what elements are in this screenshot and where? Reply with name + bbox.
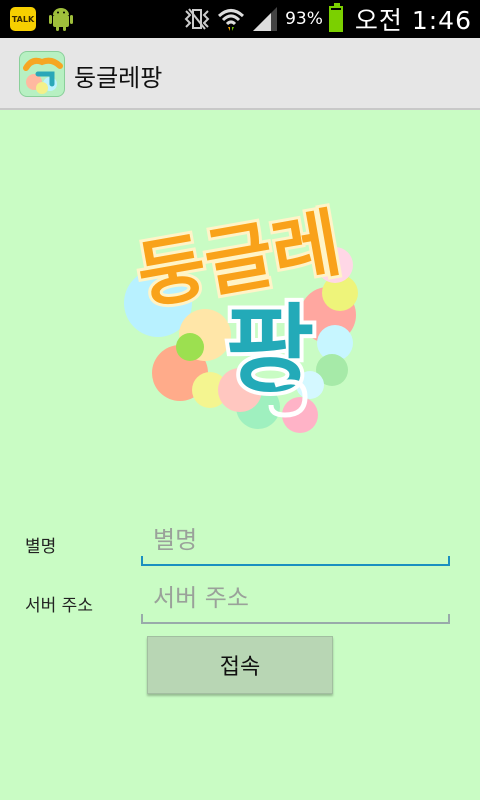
field-underline-left-tick [141, 614, 143, 622]
server-address-input[interactable] [141, 578, 450, 618]
nickname-label: 별명 [25, 537, 57, 557]
status-bar: TALK 93% 오전 1:46 [0, 0, 480, 38]
server-address-field[interactable] [141, 578, 450, 624]
app-logo: 둥글레 팡 [124, 197, 358, 433]
battery-icon [328, 3, 343, 32]
field-underline-right-tick [448, 614, 450, 622]
field-underline-left-tick [141, 556, 143, 564]
connect-button[interactable]: 접속 [147, 636, 333, 694]
kakaotalk-icon: TALK [10, 7, 36, 31]
nickname-input[interactable] [141, 520, 450, 560]
server-address-label: 서버 주소 [25, 596, 93, 616]
app-title: 둥글레팡 [74, 64, 163, 92]
wifi-icon [218, 9, 245, 31]
app-logo-icon[interactable] [19, 51, 65, 97]
nickname-field[interactable] [141, 520, 450, 566]
action-bar: 둥글레팡 [0, 38, 480, 110]
vibrate-mode-icon [184, 8, 210, 30]
android-debug-icon [49, 8, 73, 31]
signal-strength-icon [253, 7, 278, 31]
battery-percent: 93% [285, 9, 323, 29]
field-underline-right-tick [448, 556, 450, 564]
clock: 오전 1:46 [354, 6, 472, 35]
